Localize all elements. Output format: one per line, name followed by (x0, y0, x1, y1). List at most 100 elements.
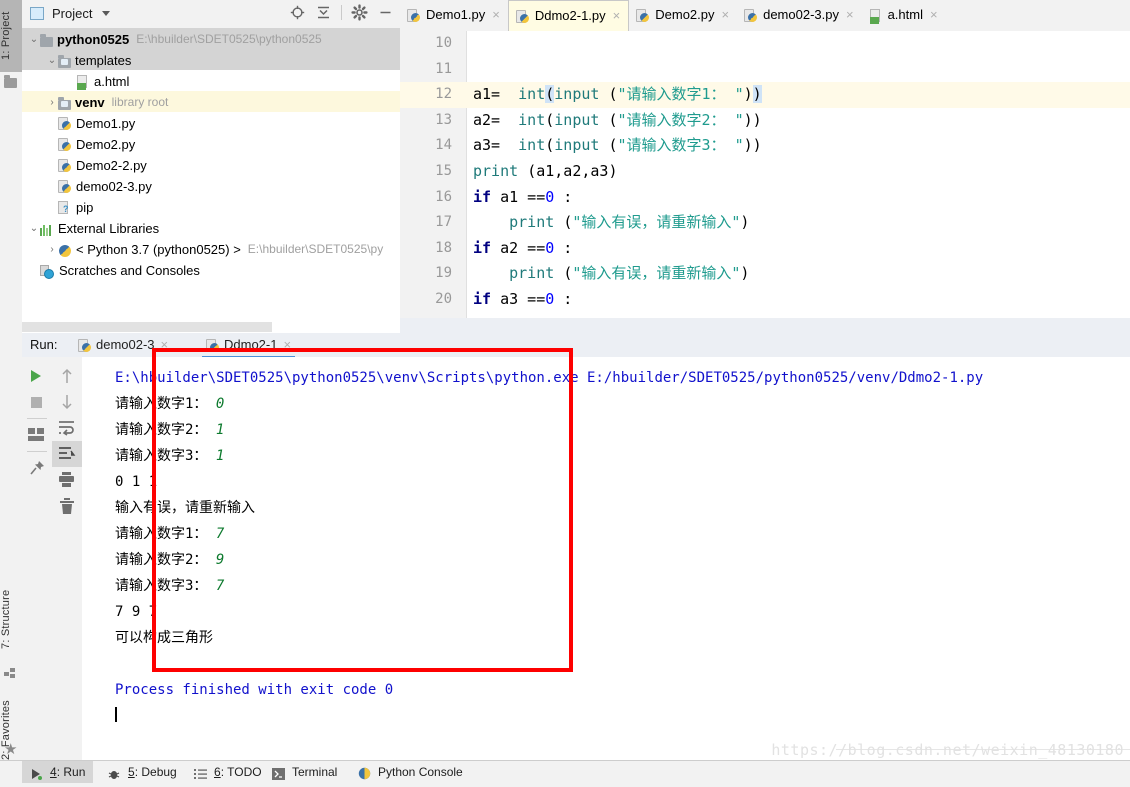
editor-tab-ddmo2-1-py[interactable]: Ddmo2-1.py × (507, 0, 630, 31)
console-line: 请输入数字1： 0 (82, 391, 1130, 417)
editor-tab-a-html[interactable]: a.html × (862, 0, 946, 30)
status-bar-item-5-debug[interactable]: 5: Debug (100, 761, 185, 783)
console-line: E:\hbuilder\SDET0525\python0525\venv\Scr… (82, 365, 1130, 391)
close-icon[interactable]: × (930, 7, 938, 22)
trash-icon[interactable] (52, 493, 82, 519)
python-file-icon (515, 10, 530, 25)
console-segment: 请输入数字1： (115, 526, 216, 542)
code-text: print ("输入有误，请重新输入") (473, 210, 749, 236)
console-segment: 7 9 7 (115, 604, 158, 620)
project-hscrollbar[interactable] (22, 321, 400, 333)
tree-item[interactable]: ⌄ python0525 E:\hbuilder\SDET0525\python05… (22, 28, 400, 49)
code-token: 0 (545, 289, 555, 308)
code-token: "输入有误，请重新输入" (572, 213, 741, 232)
code-line[interactable]: 17 print ("输入有误，请重新输入") (400, 210, 1130, 236)
status-bar-item-4-run[interactable]: 4: Run (22, 761, 94, 783)
chevron-down-icon[interactable]: ⌄ (28, 218, 40, 239)
console-segment: E:\hbuilder\SDET0525\python0525\venv\Scr… (115, 370, 984, 386)
code-token: : (554, 289, 573, 308)
editor-tab-demo1-py[interactable]: Demo1.py × (400, 0, 508, 30)
close-icon[interactable]: × (161, 337, 169, 352)
project-panel: Project ⌄ python0525 E:\hbuilder\SDET052… (22, 0, 401, 333)
stop-icon[interactable] (22, 389, 52, 415)
tree-item[interactable]: ⌄ templates (22, 49, 400, 70)
chevron-down-icon[interactable] (102, 11, 110, 16)
code-line[interactable]: 11 (400, 57, 1130, 83)
arrow-up-icon[interactable] (52, 363, 82, 389)
editor-bottom-strip (400, 318, 1130, 333)
settings-gear-icon[interactable] (351, 4, 368, 21)
run-tab-demo02-3[interactable]: demo02-3 × (74, 335, 172, 357)
code-line[interactable]: 12 a1= int(input ("请输入数字1： ")) (400, 82, 1130, 108)
locate-icon[interactable] (289, 4, 306, 21)
tree-item[interactable]: Demo2-2.py (22, 154, 400, 175)
console-segment: 请输入数字2： (115, 422, 216, 438)
collapse-all-icon[interactable] (315, 4, 332, 21)
scroll-to-end-icon[interactable] (52, 441, 82, 467)
project-hscrollbar-thumb[interactable] (22, 322, 272, 332)
tiles-icon[interactable] (22, 422, 52, 448)
tree-item[interactable]: ⌄ External Libraries (22, 217, 400, 238)
code-token: ) (743, 85, 753, 104)
code-line[interactable]: 14 a3= int(input ("请输入数字3： ")) (400, 133, 1130, 159)
run-tab-bar: Run: demo02-3 × Ddmo2-1 × (22, 333, 1130, 359)
tree-item[interactable]: Demo1.py (22, 112, 400, 133)
pin-icon[interactable] (22, 455, 52, 481)
tree-item[interactable]: pip (22, 196, 400, 217)
arrow-down-icon[interactable] (52, 389, 82, 415)
code-token: ( (608, 136, 618, 155)
close-icon[interactable]: × (722, 7, 730, 22)
code-token: print (473, 161, 528, 180)
editor-tab-demo02-3-py[interactable]: demo02-3.py × (737, 0, 861, 30)
tree-item[interactable]: › venv library root (22, 91, 400, 112)
rerun-play-icon[interactable] (22, 363, 52, 389)
status-bar-item-6-todo[interactable]: 6: TODO (186, 761, 270, 783)
chevron-down-icon[interactable]: ⌄ (46, 50, 58, 71)
code-token: a2= (473, 110, 519, 129)
code-line[interactable]: 16 if a1 ==0 : (400, 185, 1130, 211)
tree-item[interactable]: › < Python 3.7 (python0525) > E:\hbuilder\… (22, 238, 400, 259)
tree-item-path: E:\hbuilder\SDET0525\py (247, 242, 384, 256)
close-icon[interactable]: × (846, 7, 854, 22)
code-lines[interactable]: 10 11 12 a1= int(input ("请输入数字1： ")) 13 a2= i… (400, 31, 1130, 313)
sidebar-tab-structure[interactable]: 7: Structure (0, 573, 22, 665)
sidebar-tab-project[interactable]: 1: Project (0, 0, 22, 72)
close-icon[interactable]: × (283, 337, 291, 352)
editor-tab-bar[interactable]: Demo1.py × Ddmo2-1.py × Demo2.py × demo02-3.py… (400, 0, 1130, 32)
chevron-right-icon[interactable]: › (46, 239, 58, 260)
code-token: a3 == (491, 289, 546, 308)
project-folder-icon (4, 75, 18, 92)
tree-item-label: < Python 3.7 (python0525) > (76, 242, 241, 258)
print-icon[interactable] (52, 467, 82, 493)
soft-wrap-icon[interactable] (52, 415, 82, 441)
tree-item-path: E:\hbuilder\SDET0525\python0525 (136, 32, 322, 46)
code-line[interactable]: 20 if a3 ==0 : (400, 287, 1130, 313)
code-editor[interactable]: 10 11 12 a1= int(input ("请输入数字1： ")) 13 a2= i… (400, 31, 1130, 318)
code-line[interactable]: 15 print (a1,a2,a3) (400, 159, 1130, 185)
code-line[interactable]: 13 a2= int(input ("请输入数字2： ")) (400, 108, 1130, 134)
tree-item[interactable]: a.html (22, 70, 400, 91)
tree-item[interactable]: Demo2.py (22, 133, 400, 154)
status-bar-item-terminal[interactable]: Terminal (264, 761, 345, 783)
project-tree[interactable]: ⌄ python0525 E:\hbuilder\SDET0525\python05… (22, 28, 400, 321)
line-number: 18 (435, 239, 452, 256)
run-tab-ddmo2-1[interactable]: Ddmo2-1 × (202, 335, 296, 359)
code-line[interactable]: 19 print ("输入有误，请重新输入") (400, 261, 1130, 287)
chevron-down-icon[interactable]: ⌄ (28, 29, 40, 50)
tree-item-label: pip (76, 200, 94, 216)
close-icon[interactable]: × (613, 8, 621, 23)
tree-item[interactable]: Scratches and Consoles (22, 259, 400, 280)
sidebar-tab-favorites[interactable]: 2: Favorites (0, 690, 22, 770)
editor-tab-demo2-py[interactable]: Demo2.py × (629, 0, 737, 30)
code-line[interactable]: 10 (400, 31, 1130, 57)
console-output[interactable]: E:\hbuilder\SDET0525\python0525\venv\Scr… (82, 357, 1130, 761)
chevron-right-icon[interactable]: › (46, 92, 58, 113)
status-bar-item-python-console[interactable]: Python Console (350, 761, 471, 783)
tree-item[interactable]: demo02-3.py (22, 175, 400, 196)
close-icon[interactable]: × (492, 7, 500, 22)
hide-minimize-icon[interactable] (377, 4, 394, 21)
code-line[interactable]: 18 if a2 ==0 : (400, 236, 1130, 262)
